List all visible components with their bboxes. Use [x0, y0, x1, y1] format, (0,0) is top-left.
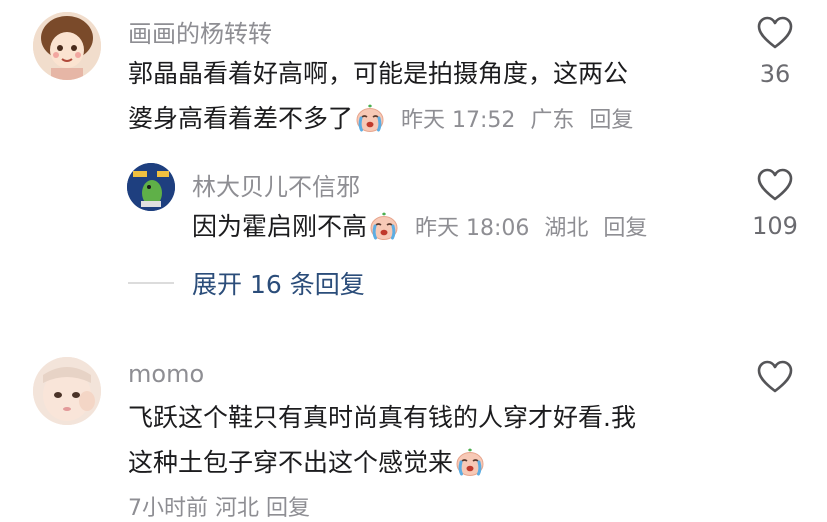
- comment-text-line-1: 飞跃这个鞋只有真时尚真有钱的人穿才好看.我: [128, 403, 636, 432]
- comment-text-line-2: 这种土包子穿不出这个感觉来: [128, 439, 485, 486]
- comment-text-line-1: 郭晶晶看着好高啊，可能是拍摄角度，这两公: [128, 59, 629, 88]
- expand-replies-button[interactable]: 展开 16 条回复: [192, 265, 365, 301]
- comment-text-line-2: 婆身高看着差不多了 昨天 17:52 广东 回复: [128, 95, 633, 144]
- comment-text-line-2-text: 这种土包子穿不出这个感觉来: [128, 448, 454, 477]
- comment-meta: 7小时前 河北 回复: [128, 496, 310, 521]
- reply-button[interactable]: 回复: [589, 108, 633, 133]
- like-button[interactable]: [757, 16, 793, 54]
- like-button[interactable]: [757, 360, 793, 398]
- comment-meta: 昨天 17:52 广东 回复: [401, 108, 633, 133]
- comment-location: 广东: [530, 108, 575, 133]
- reply-meta: 昨天 18:06 湖北 回复: [415, 216, 647, 241]
- divider-line: [128, 282, 174, 284]
- comment-username[interactable]: momo: [128, 360, 204, 388]
- heart-icon: [757, 168, 793, 202]
- reply-location: 湖北: [544, 216, 589, 241]
- crying-emoji-icon: [355, 103, 385, 133]
- comment-text-line-2-text: 婆身高看着差不多了: [128, 104, 354, 133]
- reply-username[interactable]: 林大贝儿不信邪: [192, 167, 360, 202]
- like-count: 36: [759, 60, 791, 88]
- reply-button[interactable]: 回复: [603, 216, 647, 241]
- cartoon-dinosaur-avatar-icon: [127, 163, 175, 211]
- avatar[interactable]: [33, 12, 101, 80]
- comment-username[interactable]: 画画的杨转转: [128, 14, 272, 49]
- reply-text: 因为霍启刚不高 昨天 18:06 湖北 回复: [192, 203, 647, 252]
- heart-icon: [757, 360, 793, 394]
- avatar[interactable]: [127, 163, 175, 211]
- crying-emoji-icon: [455, 447, 485, 477]
- reply-text-content: 因为霍启刚不高: [192, 212, 368, 241]
- like-button[interactable]: [757, 168, 793, 206]
- like-count: 109: [752, 212, 798, 240]
- baby-photo-avatar-icon: [33, 357, 101, 425]
- heart-icon: [757, 16, 793, 50]
- reply-time: 昨天 18:06: [414, 216, 530, 241]
- comment-time: 昨天 17:52: [400, 108, 516, 133]
- crying-emoji-icon: [369, 211, 399, 241]
- cartoon-girl-avatar-icon: [33, 12, 101, 80]
- avatar[interactable]: [33, 357, 101, 425]
